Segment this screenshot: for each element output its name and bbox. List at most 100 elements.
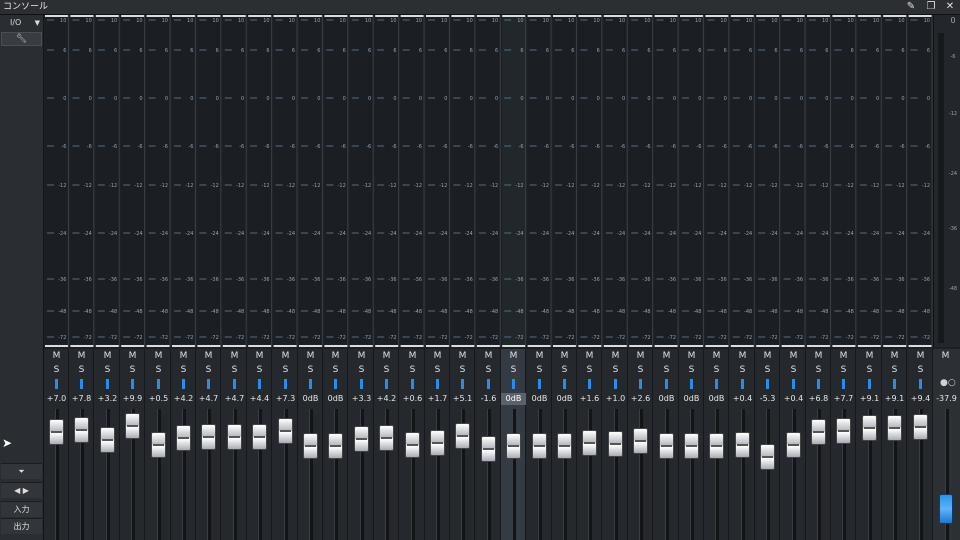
fader-knob[interactable] <box>608 431 623 457</box>
pan-slider[interactable] <box>588 379 591 389</box>
fader-value[interactable]: 0dB <box>679 393 704 405</box>
fader-value[interactable]: +9.1 <box>882 393 907 405</box>
solo-button[interactable]: S <box>453 364 472 376</box>
solo-button[interactable]: S <box>631 364 650 376</box>
mute-button[interactable]: M <box>784 350 803 362</box>
mute-button[interactable]: M <box>631 350 650 362</box>
pan-slider[interactable] <box>563 379 566 389</box>
fader-knob[interactable] <box>532 433 547 459</box>
solo-button[interactable]: S <box>733 364 752 376</box>
mute-button[interactable]: M <box>911 350 930 362</box>
solo-button[interactable]: S <box>707 364 726 376</box>
fader-knob[interactable] <box>735 432 750 458</box>
fader-knob[interactable] <box>227 424 242 450</box>
mute-button[interactable]: M <box>98 350 117 362</box>
mute-button[interactable]: M <box>657 350 676 362</box>
fader-knob[interactable] <box>684 433 699 459</box>
pan-slider[interactable] <box>487 379 490 389</box>
expand-collapse-button[interactable]: ⏷ <box>1 463 42 479</box>
fader-value[interactable]: +9.1 <box>857 393 882 405</box>
solo-button[interactable]: S <box>199 364 218 376</box>
fader-knob[interactable] <box>354 426 369 452</box>
link-toggle-icon[interactable]: ●○ <box>940 378 956 388</box>
fader-track[interactable] <box>157 409 161 540</box>
fader-knob[interactable] <box>405 432 420 458</box>
pan-slider[interactable] <box>385 379 388 389</box>
fader-value[interactable]: 0dB <box>501 393 526 405</box>
solo-button[interactable]: S <box>911 364 930 376</box>
solo-button[interactable]: S <box>428 364 447 376</box>
solo-button[interactable]: S <box>47 364 66 376</box>
fader-knob[interactable] <box>151 432 166 458</box>
fader-knob[interactable] <box>811 419 826 445</box>
output-button[interactable]: 出力 <box>1 518 42 534</box>
fader-value[interactable]: +4.2 <box>374 393 399 405</box>
mute-button[interactable]: M <box>834 350 853 362</box>
fader-knob[interactable] <box>278 418 293 444</box>
pan-slider[interactable] <box>334 379 337 389</box>
fader-knob[interactable] <box>836 418 851 444</box>
mute-button[interactable]: M <box>276 350 295 362</box>
fader-value[interactable]: +1.0 <box>603 393 628 405</box>
fader-value[interactable]: +0.4 <box>781 393 806 405</box>
pan-slider[interactable] <box>106 379 109 389</box>
fader-value[interactable]: +9.9 <box>120 393 145 405</box>
mute-button[interactable]: M <box>555 350 574 362</box>
solo-button[interactable]: S <box>174 364 193 376</box>
mute-button[interactable]: M <box>809 350 828 362</box>
fader-knob[interactable] <box>786 432 801 458</box>
pan-slider[interactable] <box>868 379 871 389</box>
fader-value[interactable]: +4.2 <box>171 393 196 405</box>
fader-track[interactable] <box>614 409 618 540</box>
fader-value[interactable]: +3.3 <box>349 393 374 405</box>
fader-value[interactable]: +4.7 <box>222 393 247 405</box>
solo-button[interactable]: S <box>276 364 295 376</box>
fader-track[interactable] <box>436 409 440 540</box>
fader-value[interactable]: +7.3 <box>273 393 298 405</box>
fader-knob[interactable] <box>201 424 216 450</box>
pan-slider[interactable] <box>436 379 439 389</box>
solo-button[interactable]: S <box>72 364 91 376</box>
fader-knob[interactable] <box>887 415 902 441</box>
solo-button[interactable]: S <box>657 364 676 376</box>
pan-slider[interactable] <box>715 379 718 389</box>
mute-button[interactable]: M <box>885 350 904 362</box>
mute-button[interactable]: M <box>530 350 549 362</box>
pan-slider[interactable] <box>461 379 464 389</box>
pin-icon[interactable]: ✎ <box>904 0 918 14</box>
master-fader-value[interactable]: -37.9 <box>933 393 960 405</box>
pan-slider[interactable] <box>411 379 414 389</box>
io-selector[interactable]: I/O ▼ <box>2 17 42 29</box>
restore-icon[interactable]: ❐ <box>924 0 938 14</box>
pan-slider[interactable] <box>233 379 236 389</box>
fader-knob[interactable] <box>506 433 521 459</box>
mute-button[interactable]: M <box>326 350 345 362</box>
solo-button[interactable]: S <box>301 364 320 376</box>
fader-track[interactable] <box>512 409 516 540</box>
pan-slider[interactable] <box>131 379 134 389</box>
fader-value[interactable]: +3.2 <box>95 393 120 405</box>
solo-button[interactable]: S <box>479 364 498 376</box>
mute-button[interactable]: M <box>504 350 523 362</box>
fader-knob[interactable] <box>49 419 64 445</box>
fader-value[interactable]: +1.6 <box>577 393 602 405</box>
pan-slider[interactable] <box>360 379 363 389</box>
fader-value[interactable]: +0.6 <box>400 393 425 405</box>
fader-track[interactable] <box>715 409 719 540</box>
mute-button[interactable]: M <box>250 350 269 362</box>
solo-button[interactable]: S <box>377 364 396 376</box>
mute-button[interactable]: M <box>72 350 91 362</box>
mute-button[interactable]: M <box>682 350 701 362</box>
pan-slider[interactable] <box>792 379 795 389</box>
mute-button[interactable]: M <box>301 350 320 362</box>
mute-button[interactable]: M <box>860 350 879 362</box>
pan-slider[interactable] <box>614 379 617 389</box>
pan-slider[interactable] <box>512 379 515 389</box>
fader-value[interactable]: +6.8 <box>806 393 831 405</box>
pan-slider[interactable] <box>690 379 693 389</box>
fader-value[interactable]: +7.0 <box>44 393 69 405</box>
fader-value[interactable]: +0.4 <box>730 393 755 405</box>
mute-button[interactable]: M <box>149 350 168 362</box>
solo-button[interactable]: S <box>149 364 168 376</box>
solo-button[interactable]: S <box>682 364 701 376</box>
